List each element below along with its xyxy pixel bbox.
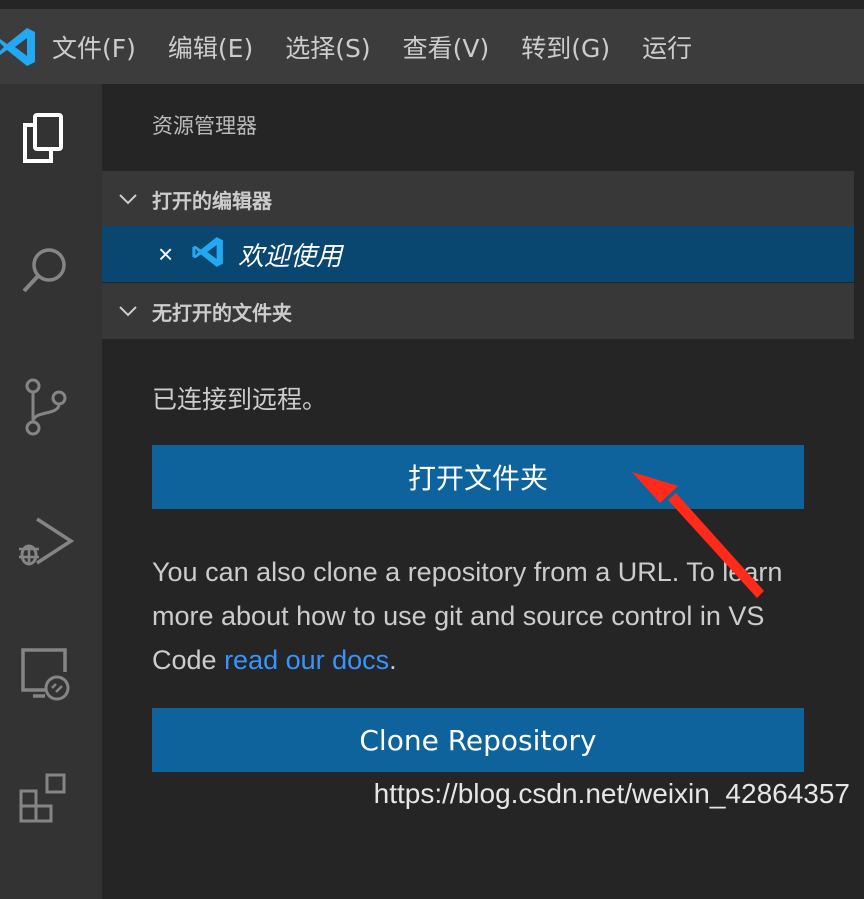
close-icon[interactable]: × [158,239,184,270]
open-editor-item[interactable]: × 欢迎使用 [102,226,854,282]
sidebar-title: 资源管理器 [152,114,257,138]
vscode-window: 文件(F) 编辑(E) 选择(S) 查看(V) 转到(G) 运行 资源管理器 打… [0,0,864,899]
vscode-file-icon [190,234,226,275]
clone-help-text: You can also clone a repository from a U… [152,550,832,682]
no-folder-header[interactable]: 无打开的文件夹 [102,283,854,339]
menu-go[interactable]: 转到(G) [521,29,610,65]
watermark: https://blog.csdn.net/weixin_42864357 [373,778,850,809]
run-debug-icon[interactable] [8,504,82,578]
remote-connected-message: 已连接到远程。 [152,385,328,414]
remote-explorer-icon[interactable] [8,636,82,710]
clone-repository-button[interactable]: Clone Repository [152,708,804,772]
chevron-down-icon [119,194,137,205]
menu-edit[interactable]: 编辑(E) [168,29,253,65]
menu-view[interactable]: 查看(V) [403,29,490,65]
no-folder-label: 无打开的文件夹 [152,300,292,325]
chevron-down-icon [119,306,137,317]
open-editor-name: 欢迎使用 [238,241,343,272]
explorer-icon[interactable] [8,102,82,176]
extensions-icon[interactable] [8,760,82,834]
help-end: . [389,645,397,675]
menu-selection[interactable]: 选择(S) [285,29,370,65]
open-editors-header[interactable]: 打开的编辑器 [102,171,854,227]
open-folder-button[interactable]: 打开文件夹 [152,445,804,509]
explorer-sidebar: 资源管理器 打开的编辑器 × 欢迎使用 无打开的文件夹 已连接到远程。 打开文件… [102,84,864,899]
docs-link[interactable]: read our docs [224,645,389,675]
vscode-logo-icon [0,9,52,84]
menu-bar: 文件(F) 编辑(E) 选择(S) 查看(V) 转到(G) 运行 [0,9,864,84]
menu-run[interactable]: 运行 [642,29,692,65]
search-icon[interactable] [8,234,82,308]
menu-file[interactable]: 文件(F) [52,29,136,65]
activity-bar [0,84,102,899]
open-editors-label: 打开的编辑器 [152,188,272,213]
source-control-icon[interactable] [8,370,82,444]
